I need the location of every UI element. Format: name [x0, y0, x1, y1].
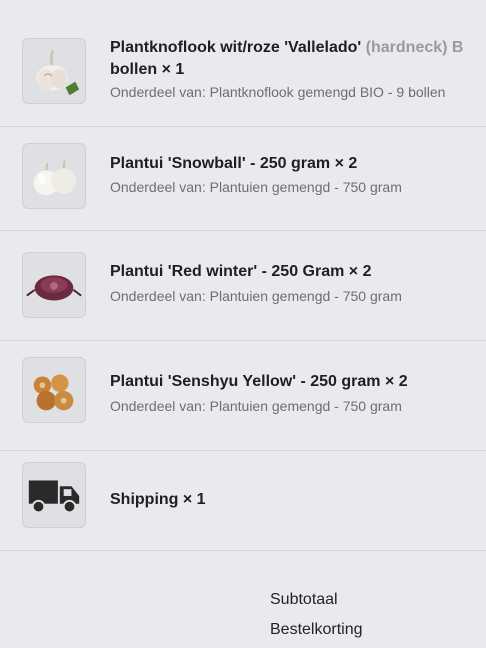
item-quantity: × 2	[384, 373, 408, 390]
item-title: Plantknoflook wit/roze 'Vallelado' (hard…	[110, 36, 486, 60]
white-onion-icon	[22, 143, 86, 209]
item-subtitle: Onderdeel van: Plantuien gemengd - 750 g…	[110, 288, 402, 304]
item-title-text-2: bollen	[110, 61, 158, 78]
item-quantity: × 2	[348, 263, 372, 280]
yellow-onion-icon	[22, 357, 86, 423]
item-title-text: Plantui 'Red winter' - 250 Gram	[110, 263, 345, 280]
order-item-red-winter: Plantui 'Red winter' - 250 Gram × 2 Onde…	[0, 230, 486, 341]
order-item-senshyu-yellow: Plantui 'Senshyu Yellow' - 250 gram × 2 …	[0, 340, 486, 451]
item-subtitle: Onderdeel van: Plantuien gemengd - 750 g…	[110, 398, 402, 414]
item-subtitle: Onderdeel van: Plantknoflook gemengd BIO…	[110, 84, 446, 100]
order-item-shipping: Shipping × 1	[0, 450, 486, 551]
item-quantity: × 2	[334, 155, 358, 172]
item-title: Plantui 'Senshyu Yellow' - 250 gram × 2	[110, 370, 486, 394]
item-title-text: Plantui 'Snowball' - 250 gram	[110, 155, 331, 172]
truck-icon	[22, 462, 86, 528]
order-item-snowball: Plantui 'Snowball' - 250 gram × 2 Onderd…	[0, 126, 486, 231]
item-title: Shipping × 1	[110, 488, 486, 512]
item-title: Plantui 'Red winter' - 250 Gram × 2	[110, 260, 486, 284]
item-title-text: Shipping	[110, 491, 179, 508]
item-subtitle: Onderdeel van: Plantuien gemengd - 750 g…	[110, 179, 402, 195]
item-quantity: × 1	[161, 61, 185, 78]
order-discount-label: Bestelkorting	[270, 621, 363, 638]
order-item-garlic: Plantknoflook wit/roze 'Vallelado' (hard…	[0, 16, 486, 127]
red-onion-icon	[22, 252, 86, 318]
subtotal-label: Subtotaal	[270, 591, 338, 608]
garlic-icon	[22, 38, 86, 104]
item-title-text: Plantknoflook wit/roze 'Vallelado'	[110, 39, 362, 56]
order-totals: Subtotaal Bestelkorting	[270, 585, 363, 645]
item-quantity: × 1	[182, 491, 206, 508]
item-title-line2: bollen × 1	[110, 58, 486, 82]
item-title-text: Plantui 'Senshyu Yellow' - 250 gram	[110, 373, 381, 390]
item-title-tail: (hardneck) B	[365, 39, 464, 56]
item-title: Plantui 'Snowball' - 250 gram × 2	[110, 152, 486, 176]
